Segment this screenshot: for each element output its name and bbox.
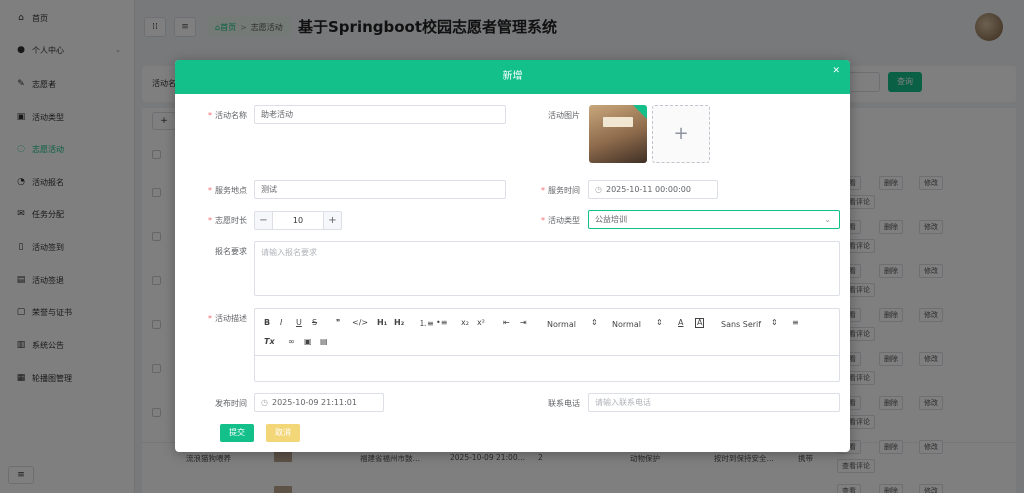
chevron-down-icon: ⌄ bbox=[824, 215, 831, 224]
increment-button[interactable]: + bbox=[323, 212, 341, 229]
service-time-value: 2025-10-11 00:00:00 bbox=[605, 185, 691, 194]
header-2-icon[interactable]: H₂ bbox=[394, 318, 404, 327]
activity-type-select[interactable]: 公益培训 ⌄ bbox=[588, 210, 840, 229]
bold-icon[interactable]: B bbox=[264, 318, 270, 327]
underline-icon[interactable]: U bbox=[296, 318, 302, 327]
image-success-corner bbox=[633, 105, 647, 119]
image-sign bbox=[603, 117, 633, 127]
font-color-icon[interactable]: A bbox=[678, 318, 683, 327]
editor-content-area[interactable] bbox=[255, 357, 839, 381]
rich-text-editor: B I U S ❞ </> H₁ H₂ ⒈≡ •≡ x₂ x² ⇤ ⇥ Norm… bbox=[254, 308, 840, 382]
publish-time-value: 2025-10-09 21:11:01 bbox=[271, 398, 357, 407]
contact-phone-label: 联系电话 bbox=[548, 399, 580, 408]
code-block-icon[interactable]: </> bbox=[352, 318, 368, 327]
volunteer-hours-label: * 志愿时长 bbox=[208, 216, 247, 225]
ordered-list-icon[interactable]: ⒈≡ bbox=[419, 318, 434, 329]
background-color-icon[interactable]: A bbox=[695, 318, 705, 328]
submit-button[interactable]: 提交 bbox=[220, 424, 254, 442]
select-arrow-icon: ⇕ bbox=[656, 318, 663, 327]
image-icon[interactable]: ▣ bbox=[304, 337, 312, 346]
cancel-button[interactable]: 取消 bbox=[266, 424, 300, 442]
superscript-icon[interactable]: x² bbox=[477, 318, 485, 327]
editor-toolbar: B I U S ❞ </> H₁ H₂ ⒈≡ •≡ x₂ x² ⇤ ⇥ Norm… bbox=[255, 309, 839, 356]
activity-image-thumbnail[interactable] bbox=[589, 105, 647, 163]
link-icon[interactable]: ∞ bbox=[288, 337, 295, 346]
publish-time-picker[interactable]: ◷ 2025-10-09 21:11:01 bbox=[254, 393, 384, 412]
header-select[interactable]: Normal bbox=[612, 320, 641, 329]
service-location-label: * 服务地点 bbox=[208, 186, 247, 195]
service-time-picker[interactable]: ◷ 2025-10-11 00:00:00 bbox=[588, 180, 718, 199]
close-icon[interactable]: ✕ bbox=[832, 66, 840, 76]
dialog-title: 新增 bbox=[502, 71, 523, 82]
contact-phone-input[interactable]: 请输入联系电话 bbox=[588, 393, 840, 412]
blockquote-icon[interactable]: ❞ bbox=[336, 318, 340, 327]
italic-icon[interactable]: I bbox=[280, 318, 282, 327]
header-1-icon[interactable]: H₁ bbox=[377, 318, 387, 327]
font-select[interactable]: Sans Serif bbox=[721, 320, 761, 329]
activity-type-label: * 活动类型 bbox=[541, 216, 580, 225]
activity-type-value: 公益培训 bbox=[595, 215, 627, 224]
image-upload-button[interactable]: + bbox=[652, 105, 710, 163]
activity-image-label: 活动图片 bbox=[548, 111, 580, 120]
clock-icon: ◷ bbox=[595, 185, 602, 194]
strike-icon[interactable]: S bbox=[312, 318, 317, 327]
signup-requirement-label: 报名要求 bbox=[215, 247, 247, 256]
align-icon[interactable]: ≡ bbox=[792, 318, 799, 327]
volunteer-hours-stepper: − 10 + bbox=[254, 211, 342, 230]
indent-icon[interactable]: ⇥ bbox=[520, 318, 527, 327]
signup-requirement-textarea[interactable]: 请输入报名要求 bbox=[254, 241, 840, 296]
outdent-icon[interactable]: ⇤ bbox=[503, 318, 510, 327]
select-arrow-icon: ⇕ bbox=[771, 318, 778, 327]
clean-format-icon[interactable]: Tx bbox=[264, 337, 275, 346]
activity-name-label: * 活动名称 bbox=[208, 111, 247, 120]
activity-description-label: * 活动描述 bbox=[208, 314, 247, 323]
service-time-label: * 服务时间 bbox=[541, 186, 580, 195]
add-activity-dialog: 新增 ✕ * 活动名称 助老活动 活动图片 + * 服务地点 测试 * 服务时间 ◷ 2… bbox=[175, 60, 850, 452]
video-icon[interactable]: ▤ bbox=[320, 337, 328, 346]
clock-icon: ◷ bbox=[261, 398, 268, 407]
publish-time-label: 发布时间 bbox=[215, 399, 247, 408]
select-arrow-icon: ⇕ bbox=[591, 318, 598, 327]
volunteer-hours-value[interactable]: 10 bbox=[273, 212, 323, 229]
decrement-button[interactable]: − bbox=[255, 212, 273, 229]
subscript-icon[interactable]: x₂ bbox=[461, 318, 469, 327]
activity-name-input[interactable]: 助老活动 bbox=[254, 105, 506, 124]
bullet-list-icon[interactable]: •≡ bbox=[436, 318, 447, 327]
service-location-input[interactable]: 测试 bbox=[254, 180, 506, 199]
size-select[interactable]: Normal bbox=[547, 320, 576, 329]
